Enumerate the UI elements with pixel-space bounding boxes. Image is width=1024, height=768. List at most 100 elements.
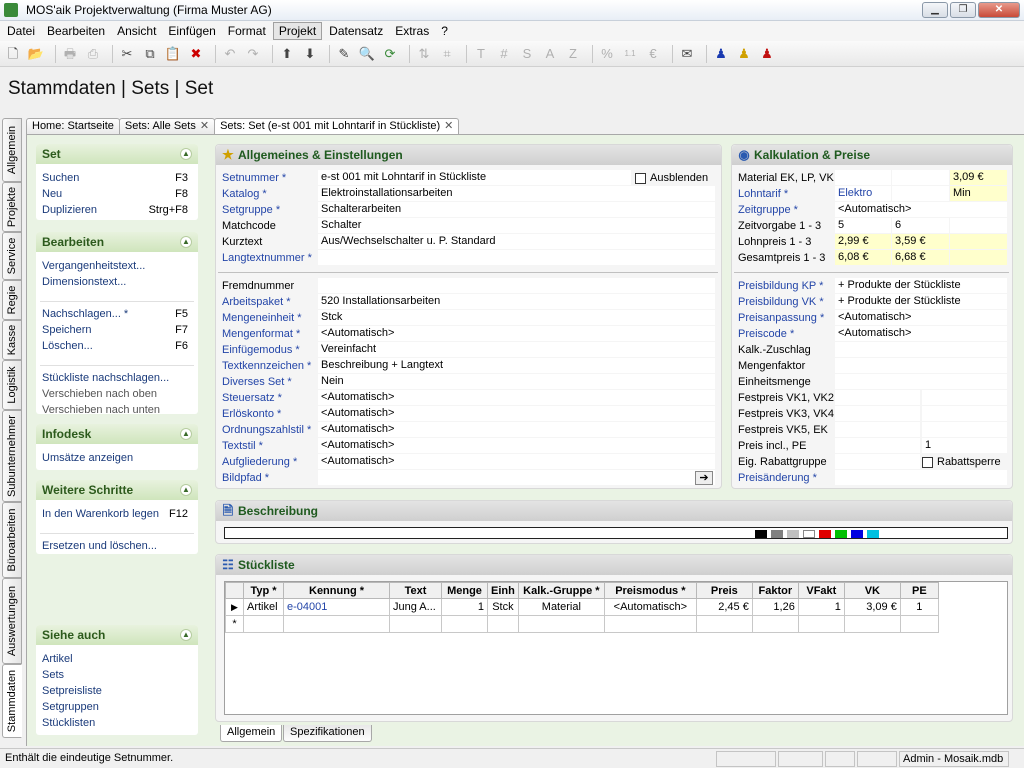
menu-ansicht[interactable]: Ansicht: [112, 23, 161, 39]
column-header[interactable]: VFakt: [797, 582, 845, 599]
sidebar-item-ersetzen[interactable]: Ersetzen und löschen...: [36, 538, 198, 554]
sidebar-link-setgruppen[interactable]: Setgruppen: [36, 699, 198, 715]
kalk-value[interactable]: <Automatisch>: [835, 202, 1007, 217]
field-value[interactable]: Vereinfacht: [318, 342, 715, 357]
collapse-icon[interactable]: ▲: [180, 629, 192, 641]
table-cell[interactable]: [283, 615, 390, 633]
table-cell[interactable]: [603, 615, 697, 633]
kalk-value[interactable]: [922, 390, 1007, 405]
stueckliste-grid[interactable]: Typ * Kennung * Text Menge Einh Kalk.-Gruppe …: [224, 581, 1008, 715]
kalk-value[interactable]: [892, 186, 949, 201]
currency-icon[interactable]: €: [644, 45, 662, 63]
kalk-value[interactable]: [835, 342, 1007, 357]
doctab-alle-sets[interactable]: Sets: Alle Sets ✕: [118, 118, 216, 135]
redo-icon[interactable]: ↷: [244, 45, 262, 63]
table-cell[interactable]: Jung A...: [389, 598, 442, 616]
menu-datensatz[interactable]: Datensatz: [324, 23, 388, 39]
sidebar-item-stueckliste-nachschlagen[interactable]: Stückliste nachschlagen...: [36, 370, 198, 386]
move-down-icon[interactable]: ⬇: [301, 45, 319, 63]
vtab-allgemein[interactable]: Allgemein: [2, 118, 22, 182]
field-value[interactable]: <Automatisch>: [318, 454, 715, 469]
kalk-value[interactable]: 6,68 €: [892, 250, 949, 265]
column-header[interactable]: PE: [899, 582, 939, 599]
vtab-kasse[interactable]: Kasse: [2, 320, 22, 360]
sidebar-item-duplizieren[interactable]: Duplizieren Strg+F8: [36, 202, 198, 218]
field-value[interactable]: Nein: [318, 374, 715, 389]
sidebar-item-umsaetze[interactable]: Umsätze anzeigen: [36, 450, 198, 466]
column-header[interactable]: Kalk.-Gruppe *: [517, 582, 605, 599]
table-cell[interactable]: 3,09 €: [843, 598, 901, 616]
sidebar-item-warenkorb[interactable]: In den Warenkorb legen F12: [36, 506, 198, 522]
minimize-button[interactable]: ▁: [922, 2, 948, 18]
kalk-value[interactable]: [922, 406, 1007, 421]
field-value[interactable]: Elektroinstallationsarbeiten: [318, 186, 715, 201]
print-icon[interactable]: ⎙: [84, 45, 102, 63]
sidebar-link-artikel[interactable]: Artikel: [36, 651, 198, 667]
rabattsperre-checkbox[interactable]: Rabattsperre: [922, 454, 1001, 470]
menu-datei[interactable]: Datei: [2, 23, 40, 39]
column-header[interactable]: Kennung *: [283, 582, 390, 599]
table-cell[interactable]: 1: [899, 598, 939, 616]
ausblenden-checkbox[interactable]: Ausblenden: [635, 170, 708, 186]
row-selector[interactable]: ▶: [225, 598, 244, 616]
sidebar-item-verschieben-unten[interactable]: Verschieben nach unten: [36, 402, 198, 414]
field-value[interactable]: Stck: [318, 310, 715, 325]
field-value[interactable]: Aus/Wechselschalter u. P. Standard: [318, 234, 715, 249]
filter-icon[interactable]: ⌗: [438, 45, 456, 63]
kalk-value[interactable]: [835, 422, 920, 437]
kalk-value[interactable]: [835, 406, 920, 421]
kalk-value[interactable]: 3,59 €: [892, 234, 949, 249]
kalk-value[interactable]: 6: [892, 218, 949, 233]
close-tab-icon[interactable]: ✕: [200, 120, 209, 132]
table-cell[interactable]: [695, 615, 753, 633]
table-cell[interactable]: e-04001: [283, 598, 390, 616]
kalk-value[interactable]: [835, 358, 1007, 373]
bottom-tab-spezifikationen[interactable]: Spezifikationen: [283, 725, 372, 742]
bottom-tab-allgemein[interactable]: Allgemein: [220, 725, 283, 742]
user-yellow-icon[interactable]: ♟: [735, 45, 753, 63]
table-cell[interactable]: [487, 615, 519, 633]
vtab-projekte[interactable]: Projekte: [2, 182, 22, 232]
close-tab-icon[interactable]: ✕: [444, 120, 453, 132]
kalk-value[interactable]: 5: [835, 218, 891, 233]
kalk-value[interactable]: [835, 470, 1007, 485]
print-preview-icon[interactable]: 🖶: [61, 45, 79, 63]
mail-icon[interactable]: ✉: [678, 45, 696, 63]
move-up-icon[interactable]: ⬆: [278, 45, 296, 63]
sidebar-item-loeschen[interactable]: Löschen... F6: [36, 338, 198, 354]
a-icon[interactable]: A: [541, 45, 559, 63]
kalk-value[interactable]: [950, 250, 1007, 265]
table-cell[interactable]: [517, 615, 605, 633]
menu-extras[interactable]: Extras: [390, 23, 434, 39]
user-red-icon[interactable]: ♟: [758, 45, 776, 63]
kalk-value[interactable]: Min: [950, 186, 1007, 201]
table-cell[interactable]: 1: [441, 598, 488, 616]
undo-icon[interactable]: ↶: [221, 45, 239, 63]
field-value[interactable]: <Automatisch>: [318, 422, 715, 437]
table-cell[interactable]: [389, 615, 442, 633]
sidebar-item-nachschlagen[interactable]: Nachschlagen... * F5: [36, 306, 198, 322]
kalk-value[interactable]: <Automatisch>: [835, 310, 1007, 325]
new-row-marker[interactable]: *: [225, 615, 244, 633]
kalk-value[interactable]: + Produkte der Stückliste: [835, 294, 1007, 309]
table-cell[interactable]: [843, 615, 901, 633]
field-value[interactable]: 520 Installationsarbeiten: [318, 294, 715, 309]
sidebar-link-stuecklisten[interactable]: Stücklisten: [36, 715, 198, 731]
arrow-right-icon[interactable]: ➔: [695, 471, 713, 485]
menu-help[interactable]: ?: [436, 23, 453, 39]
sidebar-item-dimensionstext[interactable]: Dimensionstext...: [36, 274, 198, 290]
column-header[interactable]: VK: [843, 582, 901, 599]
new-document-icon[interactable]: 🗋: [4, 45, 22, 63]
kalk-value[interactable]: [950, 234, 1007, 249]
vtab-auswertungen[interactable]: Auswertungen: [2, 578, 22, 664]
vtab-subunternehmer[interactable]: Subunternehmer: [2, 410, 22, 502]
lookup-icon[interactable]: 🔍: [358, 45, 376, 63]
column-header[interactable]: Einh: [487, 582, 519, 599]
collapse-icon[interactable]: ▲: [180, 484, 192, 496]
field-value[interactable]: Schalterarbeiten: [318, 202, 715, 217]
percent-icon[interactable]: %: [598, 45, 616, 63]
kalk-value[interactable]: [835, 170, 891, 185]
column-header[interactable]: Preis: [695, 582, 753, 599]
close-window-button[interactable]: ✕: [978, 2, 1020, 18]
vtab-regie[interactable]: Regie: [2, 280, 22, 320]
